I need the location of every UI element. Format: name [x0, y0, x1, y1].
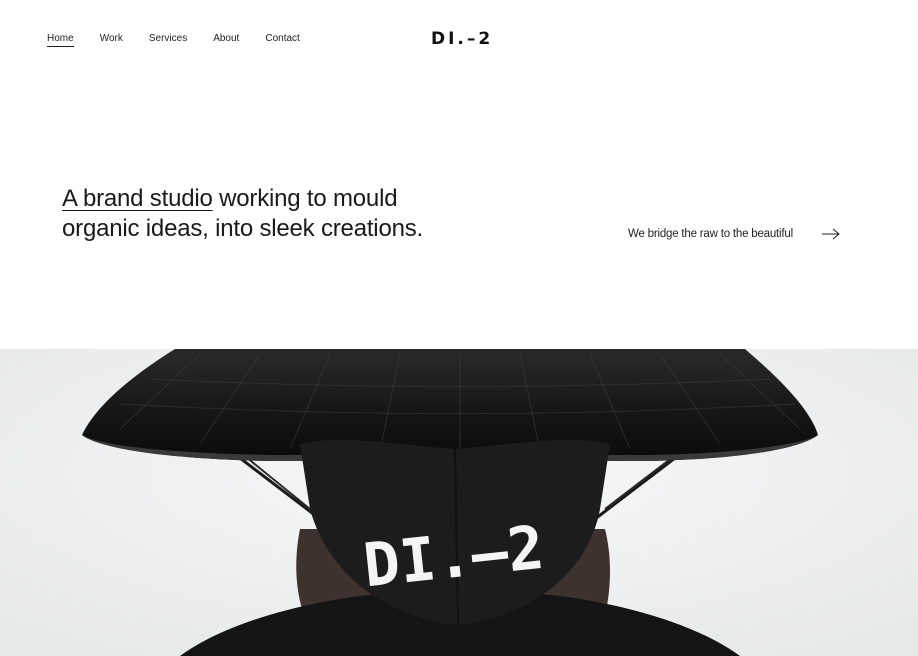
main-nav: Home Work Services About Contact	[47, 33, 326, 47]
nav-about[interactable]: About	[213, 33, 239, 47]
tagline-link[interactable]: We bridge the raw to the beautiful	[628, 228, 793, 240]
hero-line2: organic ideas, into sleek creations.	[62, 215, 424, 242]
nav-contact[interactable]: Contact	[265, 33, 299, 47]
brand-logo[interactable]: DI.–2	[431, 29, 493, 49]
nav-services[interactable]: Services	[149, 33, 187, 47]
hero-heading: A brand studio working to mould organic …	[62, 184, 482, 244]
nav-work[interactable]: Work	[100, 33, 123, 47]
hero-line1-rest: working to mould	[212, 185, 398, 212]
hero-photo: DI.–2	[0, 349, 918, 656]
page: Home Work Services About Contact DI.–2 A…	[0, 0, 918, 656]
hero-photo-illustration: DI.–2	[0, 349, 918, 656]
hero-highlight-link[interactable]: A brand studio	[62, 185, 213, 212]
nav-home[interactable]: Home	[47, 33, 74, 47]
arrow-right-icon[interactable]	[822, 227, 840, 241]
